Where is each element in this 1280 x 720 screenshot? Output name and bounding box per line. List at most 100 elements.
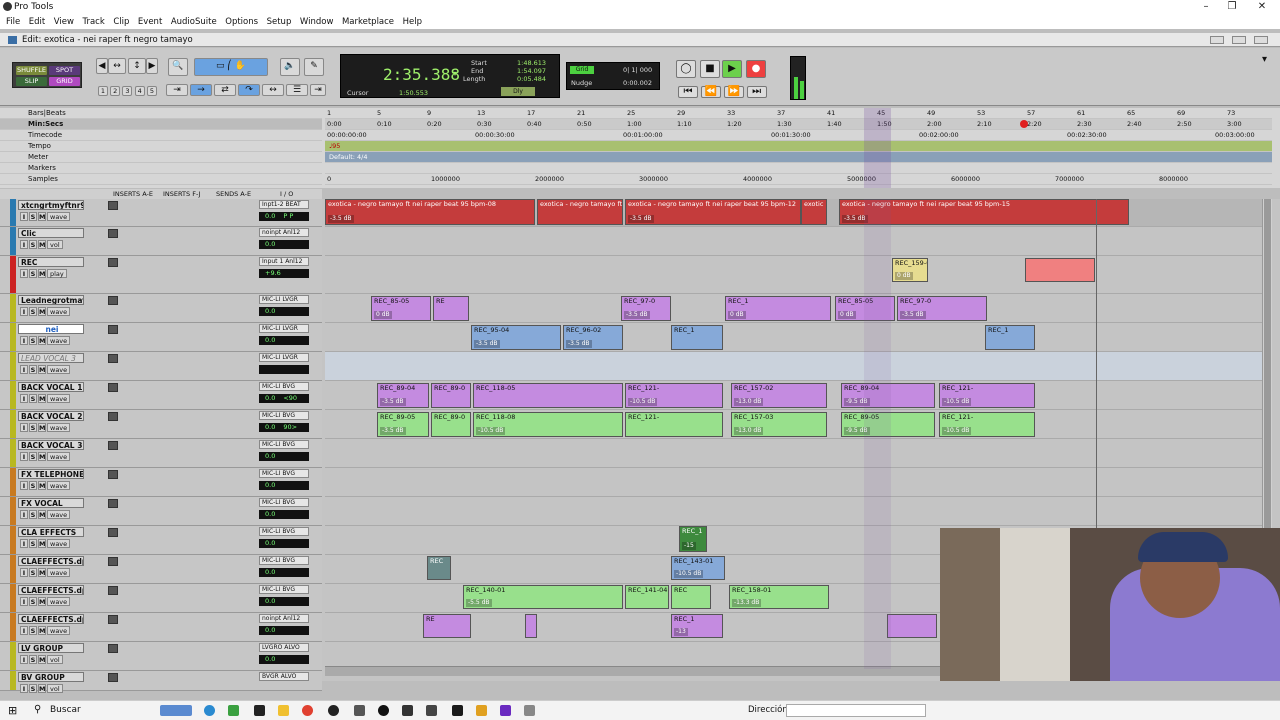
track-header[interactable]: BV GROUP I S Mvol BVGR ALVO — [0, 671, 322, 693]
solo-button[interactable]: S — [29, 481, 37, 490]
ruler-label-meter[interactable]: Meter — [0, 152, 322, 163]
track-name[interactable]: CLAEFFECTS.dp2 — [18, 585, 84, 595]
ruler-label-bars[interactable]: Bars|Beats — [0, 108, 322, 119]
clip-bv2-1[interactable]: REC_89-05 -3.5 dB — [377, 412, 429, 437]
start-value[interactable]: 1:48.613 — [517, 59, 546, 67]
clip-lead-4[interactable]: REC_1 0 dB — [725, 296, 831, 321]
track-name[interactable]: LEAD VOCAL 3 — [18, 353, 84, 363]
obs-icon[interactable] — [378, 705, 389, 716]
solo-button[interactable]: S — [29, 423, 37, 432]
track-header[interactable]: Clic I S Mvol noinpt Anl12 0.0 — [0, 227, 322, 256]
menu-setup[interactable]: Setup — [267, 15, 292, 29]
lane-fx-vocal[interactable] — [325, 497, 1265, 526]
menu-window[interactable]: Window — [300, 15, 334, 29]
horizontal-scrollbar[interactable] — [325, 666, 940, 676]
track-view-selector[interactable]: wave — [47, 510, 71, 519]
timecode-ruler[interactable]: 00:00:00:00 00:00:30:00 00:01:00:00 00:01:3… — [325, 130, 1272, 141]
tempo-ruler[interactable]: ♩95 — [325, 141, 1272, 152]
lane-nei[interactable]: REC_95-04 -3.5 dB REC_96-02 -3.5 dB REC_1 … — [325, 323, 1265, 352]
ruler-label-minsecs[interactable]: Min:Secs — [0, 119, 322, 130]
zoom-horizontal-icon[interactable]: ↔ — [108, 58, 126, 74]
clip-dp3-3[interactable]: REC_1 -13 — [671, 614, 723, 638]
input-monitor-button[interactable]: I — [20, 626, 28, 635]
lane-beat[interactable]: exotica - negro tamayo ft nei raper beat… — [325, 199, 1265, 227]
insert-slot[interactable] — [108, 201, 118, 210]
track-io-selector[interactable]: MIC-LI LVGR — [259, 353, 309, 362]
track-header[interactable]: Leadnegrotmay I S Mwave MIC-LI LVGR 0.0 — [0, 294, 322, 323]
track-io-selector[interactable]: MIC-LI BVG — [259, 585, 309, 594]
menu-track[interactable]: Track — [83, 15, 105, 29]
track-header[interactable]: CLA EFFECTS I S Mwave MIC-LI BVG 0.0 — [0, 526, 322, 555]
grid-mode-button[interactable]: GRID — [49, 77, 80, 86]
input-monitor-button[interactable]: I — [20, 336, 28, 345]
track-name[interactable]: Leadnegrotmay — [18, 295, 84, 305]
track-header[interactable]: xtcngrtmyftnr95 I S Mwave Inpt1-2 BEAT 0.0 P P — [0, 199, 322, 227]
speaker-icon[interactable]: 🔈 — [280, 58, 300, 76]
minimize-icon[interactable]: – — [1196, 1, 1216, 13]
track-volume[interactable]: 0.0 — [259, 626, 309, 635]
clip-dp1-1[interactable]: REC — [427, 556, 451, 580]
rtz-icon[interactable]: ⏮ — [678, 86, 698, 98]
insert-slot[interactable] — [108, 644, 118, 653]
track-header[interactable]: CLAEFFECTS.dp1 ISMwave MIC-LI BVG 0.0 — [0, 555, 322, 584]
clip-dp1-2[interactable]: REC_143-01 -10.5 dB — [671, 556, 725, 580]
media-player-icon[interactable] — [328, 705, 339, 716]
mute-button[interactable]: M — [38, 452, 46, 461]
track-header[interactable]: FX TELEPHONE I S Mwave MIC-LI BVG 0.0 — [0, 468, 322, 497]
clip-bv2-2[interactable]: REC_89-0 — [431, 412, 471, 437]
clip-rec-159[interactable]: REC_159-(0 dB — [892, 258, 928, 282]
track-name[interactable]: FX VOCAL — [18, 498, 84, 508]
mute-button[interactable]: M — [38, 626, 46, 635]
track-io-selector[interactable]: noinpt Anl12 — [259, 614, 309, 623]
solo-button[interactable]: S — [29, 240, 37, 249]
solo-button[interactable]: S — [29, 655, 37, 664]
track-volume[interactable]: 0.0 — [259, 336, 309, 345]
solo-button[interactable]: S — [29, 510, 37, 519]
zoom-preset-4[interactable]: 4 — [134, 86, 145, 96]
track-volume[interactable]: 0.0 <90 — [259, 394, 309, 403]
mute-button[interactable]: M — [38, 212, 46, 221]
close-icon[interactable]: ✕ — [1252, 1, 1272, 13]
track-view-selector[interactable]: wave — [47, 212, 71, 221]
zoom-in-button[interactable]: ▶ — [146, 58, 158, 74]
track-volume[interactable]: 0.0 — [259, 240, 309, 249]
track-volume[interactable]: 0.0 90> — [259, 423, 309, 432]
track-view-selector[interactable]: wave — [47, 568, 71, 577]
menu-edit[interactable]: Edit — [29, 15, 45, 29]
insert-slot[interactable] — [108, 470, 118, 479]
track-io-selector[interactable]: Input 1 Anl12 — [259, 257, 309, 266]
meter-ruler[interactable]: Default: 4/4 — [325, 152, 1272, 163]
app-gray-icon[interactable] — [354, 705, 365, 716]
zoomer-tool-icon[interactable]: 🔍 — [168, 58, 188, 76]
mute-button[interactable]: M — [38, 597, 46, 606]
menu-clip[interactable]: Clip — [113, 15, 129, 29]
track-volume[interactable]: 0.0 — [259, 655, 309, 664]
clip-nei-2[interactable]: REC_96-02 -3.5 dB — [563, 325, 623, 350]
track-header[interactable]: FX VOCAL I S Mwave MIC-LI BVG 0.0 — [0, 497, 322, 526]
fast-forward-icon[interactable]: ⏩ — [723, 86, 744, 98]
weather-widget-icon[interactable] — [160, 705, 192, 716]
track-name[interactable]: BACK VOCAL 2 — [18, 411, 84, 421]
zoom-vertical-icon[interactable]: ↕ — [128, 58, 146, 74]
track-view-selector[interactable]: wave — [47, 597, 71, 606]
input-monitor-button[interactable]: I — [20, 539, 28, 548]
clip-bv1-2[interactable]: REC_89-0 — [431, 383, 471, 408]
track-header[interactable]: BACK VOCAL 2 I S Mwave MIC-LI BVG 0.0 90> — [0, 410, 322, 439]
mute-button[interactable]: M — [38, 423, 46, 432]
solo-button[interactable]: S — [29, 539, 37, 548]
lane-rec[interactable]: REC_159-(0 dB — [325, 256, 1265, 294]
capcut-icon[interactable] — [452, 705, 463, 716]
input-monitor-button[interactable]: I — [20, 240, 28, 249]
app-green-icon[interactable] — [228, 705, 239, 716]
solo-button[interactable]: S — [29, 269, 37, 278]
lane-lead[interactable]: REC_85-05 0 dB RE REC_97-0 -3.5 dB REC_1 0 … — [325, 294, 1265, 323]
toolbar-menu-icon[interactable]: ▾ — [1262, 54, 1267, 65]
track-volume[interactable]: 0.0 — [259, 452, 309, 461]
insert-slot[interactable] — [108, 615, 118, 624]
bars-ruler[interactable]: 1 5 9 13 17 21 25 29 33 37 41 45 49 53 57 61 65 69 73 — [325, 108, 1272, 119]
lane-back-vocal-3[interactable] — [325, 439, 1265, 468]
track-volume[interactable]: 0.0 P P — [259, 212, 309, 221]
track-header[interactable]: BACK VOCAL 3 I S Mwave MIC-LI BVG 0.0 — [0, 439, 322, 468]
track-io-selector[interactable]: noinpt Anl12 — [259, 228, 309, 237]
insert-slot[interactable] — [108, 258, 118, 267]
